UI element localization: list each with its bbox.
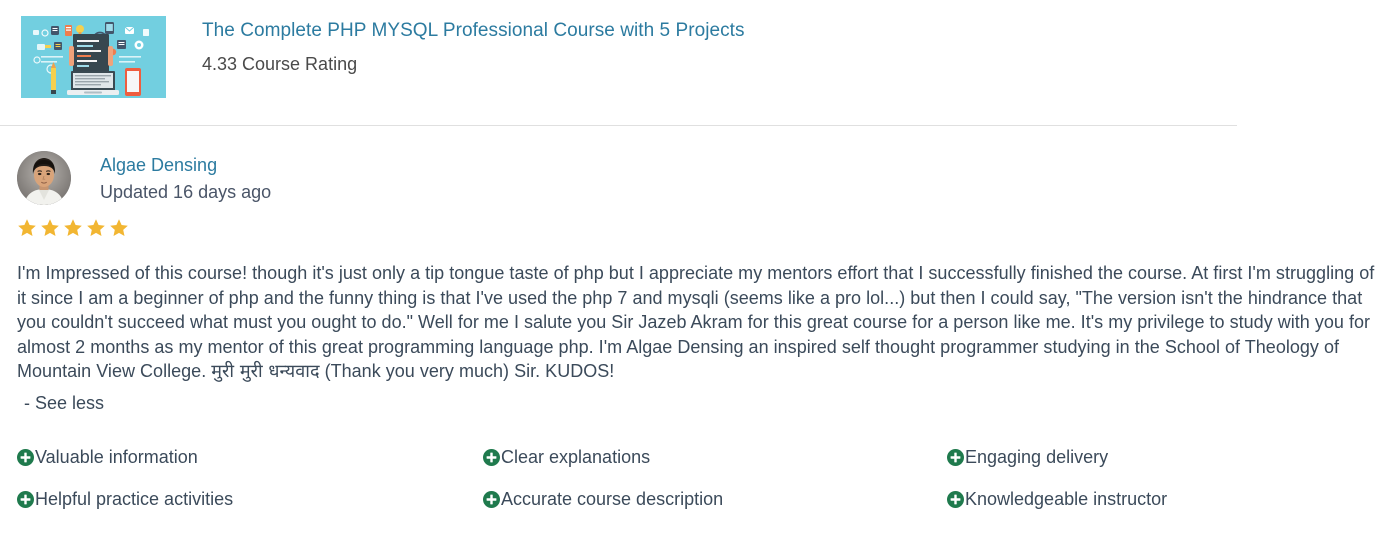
feedback-tag-label: Knowledgeable instructor [965,488,1168,509]
feedback-tag-label: Engaging delivery [965,446,1109,467]
feedback-tag: Valuable information [17,445,483,469]
see-less-link[interactable]: - See less [24,391,1395,415]
review-text-part2: (Thank you very much) Sir. KUDOS! [319,361,615,381]
course-rating: 4.33 Course Rating [202,54,358,74]
feedback-tag-label: Accurate course description [501,488,724,509]
star-icon [17,218,37,243]
course-title-link[interactable]: The Complete PHP MYSQL Professional Cour… [202,18,745,44]
star-icon [40,218,60,243]
reviewer-avatar-photo [17,151,71,205]
feedback-tag: Accurate course description [483,487,947,511]
course-thumbnail[interactable] [21,16,166,98]
feedback-tags: Valuable information Clear explanations En… [17,445,1395,511]
feedback-tag: Engaging delivery [947,445,1395,469]
course-header: The Complete PHP MYSQL Professional Cour… [0,0,1395,98]
feedback-tag: Knowledgeable instructor [947,487,1395,511]
feedback-tag: Helpful practice activities [17,487,483,511]
feedback-tag: Clear explanations [483,445,947,469]
review-text: I'm Impressed of this course! though it'… [17,261,1387,385]
rating-stars [17,218,1395,243]
star-icon [86,218,106,243]
feedback-tag-label: Valuable information [35,446,198,467]
reviewer-info: Algae Densing Updated 16 days ago [71,151,271,204]
star-icon [63,218,83,243]
plus-circle-icon [483,449,500,466]
course-meta: The Complete PHP MYSQL Professional Cour… [166,16,745,77]
star-icon [109,218,129,243]
review-text-devanagari: मुरी मुरी धन्यवाद [211,361,320,382]
review-updated-date: Updated 16 days ago [100,182,272,202]
review-block: Algae Densing Updated 16 days ago I'm Im… [0,126,1395,511]
reviewer-row: Algae Densing Updated 16 days ago [17,151,1395,205]
plus-circle-icon [17,491,34,508]
plus-circle-icon [17,449,34,466]
avatar[interactable] [17,151,71,205]
plus-circle-icon [947,491,964,508]
reviewer-name-link[interactable]: Algae Densing [100,153,271,177]
feedback-tag-label: Helpful practice activities [35,488,234,509]
feedback-tag-label: Clear explanations [501,446,651,467]
plus-circle-icon [483,491,500,508]
plus-circle-icon [947,449,964,466]
course-thumbnail-illustration [21,16,166,98]
